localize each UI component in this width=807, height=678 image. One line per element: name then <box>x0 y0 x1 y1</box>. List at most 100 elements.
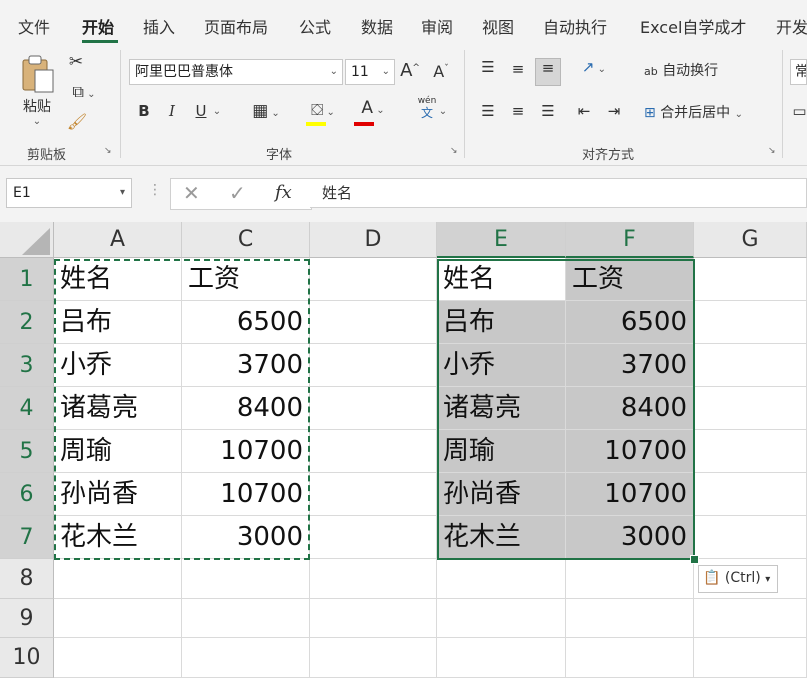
align-middle-button[interactable]: ≡ <box>508 60 528 78</box>
cell-d5[interactable] <box>310 430 437 473</box>
merge-center-button[interactable]: ⊞ 合并后居中 ⌄ <box>644 102 770 122</box>
row-header-7[interactable]: 7 <box>0 516 54 559</box>
tab-formulas[interactable]: 公式 <box>299 14 331 38</box>
font-color-button[interactable]: A ⌄ <box>352 98 394 126</box>
align-right-button[interactable]: ☰ <box>538 102 558 120</box>
dialog-launcher-icon[interactable]: ↘ <box>104 146 114 156</box>
column-header-f[interactable]: F <box>566 222 694 258</box>
cell-c2[interactable]: 6500 <box>182 301 310 344</box>
cell-e8[interactable] <box>437 559 566 599</box>
cell-d7[interactable] <box>310 516 437 559</box>
cell-a10[interactable] <box>54 638 182 678</box>
drag-handle-icon[interactable]: ⋮ <box>148 182 162 198</box>
fill-handle[interactable] <box>690 555 699 564</box>
cell-e2[interactable]: 吕布 <box>437 301 566 344</box>
row-header-1[interactable]: 1 <box>0 258 54 301</box>
tab-file[interactable]: 文件 <box>18 14 50 38</box>
formula-input[interactable]: 姓名 <box>310 178 807 208</box>
cell-g4[interactable] <box>694 387 807 430</box>
cell-a4[interactable]: 诸葛亮 <box>54 387 182 430</box>
cell-d8[interactable] <box>310 559 437 599</box>
cell-c10[interactable] <box>182 638 310 678</box>
cell-g10[interactable] <box>694 638 807 678</box>
cell-a8[interactable] <box>54 559 182 599</box>
cell-c9[interactable] <box>182 599 310 638</box>
cell-a6[interactable]: 孙尚香 <box>54 473 182 516</box>
row-header-4[interactable]: 4 <box>0 387 54 430</box>
cell-f4[interactable]: 8400 <box>566 387 694 430</box>
cell-f7[interactable]: 3000 <box>566 516 694 559</box>
column-header-a[interactable]: A <box>54 222 182 258</box>
cell-f9[interactable] <box>566 599 694 638</box>
cut-button[interactable]: ✂ <box>66 52 86 74</box>
align-left-button[interactable]: ☰ <box>478 102 498 120</box>
cell-a1[interactable]: 姓名 <box>54 258 182 301</box>
copy-button[interactable]: ⧉ ⌄ <box>64 82 104 104</box>
cell-a3[interactable]: 小乔 <box>54 344 182 387</box>
cell-f8[interactable] <box>566 559 694 599</box>
row-header-9[interactable]: 9 <box>0 599 54 638</box>
column-header-c[interactable]: C <box>182 222 310 258</box>
row-header-5[interactable]: 5 <box>0 430 54 473</box>
column-header-g[interactable]: G <box>694 222 807 258</box>
select-all-corner[interactable] <box>0 222 54 258</box>
tab-insert[interactable]: 插入 <box>143 14 175 38</box>
cell-f10[interactable] <box>566 638 694 678</box>
bold-button[interactable]: B <box>135 102 153 120</box>
tab-home[interactable]: 开始 <box>82 14 114 38</box>
cell-e10[interactable] <box>437 638 566 678</box>
tab-review[interactable]: 审阅 <box>421 14 453 38</box>
cell-g7[interactable] <box>694 516 807 559</box>
decrease-indent-button[interactable]: ⇤ <box>574 102 594 120</box>
chevron-down-icon[interactable]: ⌄ <box>212 106 222 117</box>
cell-f1[interactable]: 工资 <box>566 258 694 301</box>
cell-d4[interactable] <box>310 387 437 430</box>
cell-f2[interactable]: 6500 <box>566 301 694 344</box>
cell-c4[interactable]: 8400 <box>182 387 310 430</box>
tab-data[interactable]: 数据 <box>361 14 393 38</box>
row-header-6[interactable]: 6 <box>0 473 54 516</box>
cell-d6[interactable] <box>310 473 437 516</box>
font-size-select[interactable]: 11 ⌄ <box>345 59 395 85</box>
tab-automate[interactable]: 自动执行 <box>543 14 607 38</box>
increase-indent-button[interactable]: ⇥ <box>604 102 624 120</box>
row-header-10[interactable]: 10 <box>0 638 54 678</box>
cell-c3[interactable]: 3700 <box>182 344 310 387</box>
cell-d3[interactable] <box>310 344 437 387</box>
cell-c8[interactable] <box>182 559 310 599</box>
cell-a5[interactable]: 周瑜 <box>54 430 182 473</box>
cell-d10[interactable] <box>310 638 437 678</box>
row-header-8[interactable]: 8 <box>0 559 54 599</box>
italic-button[interactable]: I <box>163 102 181 120</box>
grow-font-button[interactable]: A^ <box>399 60 421 81</box>
cell-f6[interactable]: 10700 <box>566 473 694 516</box>
align-center-button[interactable]: ≡ <box>508 102 528 120</box>
cell-a7[interactable]: 花木兰 <box>54 516 182 559</box>
cell-c6[interactable]: 10700 <box>182 473 310 516</box>
tab-page-layout[interactable]: 页面布局 <box>204 14 268 38</box>
cell-e4[interactable]: 诸葛亮 <box>437 387 566 430</box>
dialog-launcher-icon[interactable]: ↘ <box>450 146 460 156</box>
cell-e3[interactable]: 小乔 <box>437 344 566 387</box>
cell-e7[interactable]: 花木兰 <box>437 516 566 559</box>
cell-d2[interactable] <box>310 301 437 344</box>
cell-g3[interactable] <box>694 344 807 387</box>
number-format-select[interactable]: 常 <box>790 59 807 85</box>
column-header-e[interactable]: E <box>437 222 566 258</box>
chevron-down-icon[interactable]: ⌄ <box>438 106 448 117</box>
currency-button[interactable]: ▭ <box>792 102 807 120</box>
cell-g6[interactable] <box>694 473 807 516</box>
cell-g5[interactable] <box>694 430 807 473</box>
font-name-select[interactable]: 阿里巴巴普惠体 ⌄ <box>129 59 343 85</box>
cell-c5[interactable]: 10700 <box>182 430 310 473</box>
tab-developer[interactable]: 开发 <box>776 14 807 38</box>
wrap-text-button[interactable]: ab 自动换行 <box>644 60 734 80</box>
align-bottom-button[interactable]: ≡ <box>535 58 561 86</box>
cell-a2[interactable]: 吕布 <box>54 301 182 344</box>
underline-button[interactable]: U <box>192 102 210 120</box>
paste-button[interactable]: 粘贴 ⌄ <box>16 54 58 134</box>
row-header-3[interactable]: 3 <box>0 344 54 387</box>
cell-e9[interactable] <box>437 599 566 638</box>
column-header-d[interactable]: D <box>310 222 437 258</box>
fill-color-button[interactable]: ⛋ ⌄ <box>302 100 344 126</box>
